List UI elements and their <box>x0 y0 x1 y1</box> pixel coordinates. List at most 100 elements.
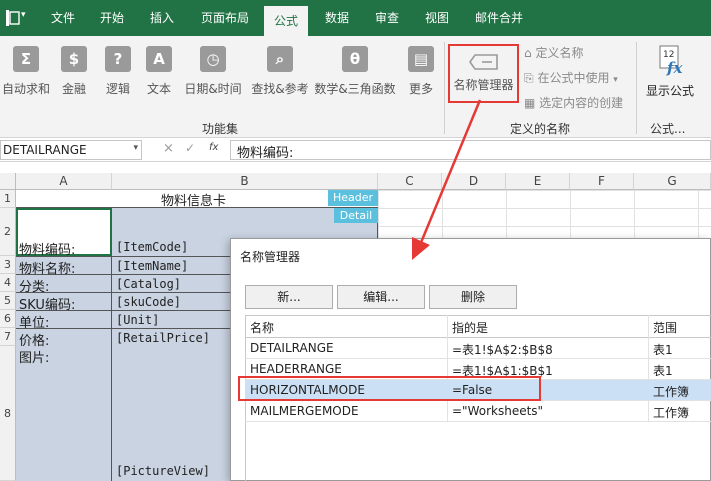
scope-cell: 工作簿 <box>653 385 690 399</box>
new-name-button[interactable]: 新... <box>245 285 333 309</box>
clock-icon: ◷ <box>200 46 226 72</box>
column-scope-header[interactable]: 范围 <box>653 319 677 336</box>
label-unit: 单位: <box>19 316 50 331</box>
cancel-icon[interactable]: × <box>163 141 174 156</box>
highlight-box <box>238 376 541 401</box>
select-all-corner[interactable] <box>0 173 16 190</box>
insert-function-icon[interactable]: fx <box>209 142 218 153</box>
title-cell[interactable]: 物料信息卡 <box>16 190 378 209</box>
label-item-code: 物料编码: <box>19 243 76 258</box>
tab-mail-merge[interactable]: 邮件合并 <box>475 8 523 28</box>
sheet-icon[interactable] <box>6 10 20 26</box>
label-catalog: 分类: <box>19 280 50 295</box>
name-cell: HEADERRANGE <box>250 362 342 376</box>
name-box-value: DETAILRANGE <box>3 143 87 157</box>
math-trig-button[interactable]: θ 数学&三角函数 <box>313 46 397 97</box>
row-header[interactable]: 1 <box>0 190 16 208</box>
column-header[interactable]: A <box>16 173 112 190</box>
show-formulas-button[interactable]: 12 fx 显示公式 <box>640 44 700 99</box>
column-refers-header[interactable]: 指的是 <box>452 319 488 336</box>
define-name-label: 定义名称 <box>535 46 584 60</box>
financial-label: 金融 <box>61 82 86 96</box>
formula-content: 物料编码: <box>237 146 294 161</box>
annotation-arrow <box>412 99 482 260</box>
name-row[interactable]: DETAILRANGE =表1!$A$2:$B$8 表1 <box>245 338 711 359</box>
logical-button[interactable]: ? 逻辑 <box>100 46 136 97</box>
name-box[interactable]: DETAILRANGE ▾ <box>0 140 142 160</box>
column-header[interactable]: E <box>506 173 570 190</box>
name-tag-icon <box>468 52 499 72</box>
delete-name-button[interactable]: 删除 <box>429 285 517 309</box>
sigma-icon: Σ <box>13 46 39 72</box>
dollar-icon: $ <box>61 46 87 72</box>
name-cell: MAILMERGEMODE <box>250 404 359 418</box>
chevron-down-icon[interactable]: ▾ <box>21 10 26 20</box>
dialog-title: 名称管理器 <box>240 250 301 264</box>
row-header[interactable]: 8 <box>0 346 16 481</box>
column-header[interactable]: B <box>112 173 378 190</box>
menu-bar: ▾ 文件 开始 插入 页面布局 公式 数据 审查 视图 邮件合并 <box>0 0 711 36</box>
field-sku: [skuCode] <box>116 295 182 309</box>
header-tag: Header <box>328 190 378 206</box>
label-sku: SKU编码: <box>19 298 76 313</box>
row-header[interactable]: 5 <box>0 292 16 310</box>
name-row[interactable]: MAILMERGEMODE ="Worksheets" 工作簿 <box>245 401 711 422</box>
math-trig-label: 数学&三角函数 <box>314 82 396 96</box>
name-manager-label: 名称管理器 <box>453 78 514 92</box>
define-name-button[interactable]: ⌂ 定义名称 <box>524 44 583 61</box>
tab-page-layout[interactable]: 页面布局 <box>201 8 249 28</box>
lookup-reference-button[interactable]: ⌕ 查找&参考 <box>249 46 311 97</box>
row-header[interactable]: 2 <box>0 208 16 256</box>
chevron-down-icon[interactable]: ▾ <box>133 143 138 153</box>
column-header[interactable]: F <box>570 173 634 190</box>
sheet-title: 物料信息卡 <box>161 194 227 209</box>
show-formulas-label: 显示公式 <box>645 84 694 98</box>
names-group-label: 定义的名称 <box>510 122 571 136</box>
autosum-button[interactable]: Σ 自动求和 <box>0 46 52 97</box>
more-functions-button[interactable]: ▤ 更多 <box>404 46 438 97</box>
use-in-formula-label: 在公式中使用 <box>537 71 610 85</box>
field-catalog: [Catalog] <box>116 277 182 291</box>
tab-file[interactable]: 文件 <box>51 8 75 28</box>
date-time-button[interactable]: ◷ 日期&时间 <box>181 46 245 97</box>
svg-text:fx: fx <box>666 59 683 76</box>
tab-formulas[interactable]: 公式 <box>264 6 309 36</box>
create-from-selection-button[interactable]: ▦ 选定内容的创建 <box>524 94 623 111</box>
date-time-label: 日期&时间 <box>184 82 242 96</box>
scope-cell: 工作簿 <box>653 406 690 420</box>
row-header[interactable]: 6 <box>0 310 16 328</box>
scope-cell: 表1 <box>653 343 673 357</box>
group-divider <box>636 42 637 134</box>
text-button[interactable]: A 文本 <box>141 46 177 97</box>
column-name-header[interactable]: 名称 <box>250 319 274 336</box>
refers-cell: =表1!$A$2:$B$8 <box>452 343 553 357</box>
tab-view[interactable]: 视图 <box>425 8 449 28</box>
tab-data[interactable]: 数据 <box>325 8 349 28</box>
edit-name-button[interactable]: 编辑... <box>337 285 425 309</box>
scope-cell: 表1 <box>653 364 673 378</box>
enter-icon[interactable]: ✓ <box>185 141 195 155</box>
column-header[interactable]: G <box>634 173 711 190</box>
tab-home[interactable]: 开始 <box>100 8 124 28</box>
row-header[interactable]: 7 <box>0 328 16 346</box>
row-header[interactable]: 3 <box>0 256 16 274</box>
row-header[interactable]: 4 <box>0 274 16 292</box>
question-icon: ? <box>105 46 131 72</box>
tab-review[interactable]: 审查 <box>375 8 399 28</box>
financial-button[interactable]: $ 金融 <box>56 46 92 97</box>
logical-label: 逻辑 <box>105 82 130 96</box>
text-icon: A <box>146 46 172 72</box>
names-list-header: 名称 指的是 范围 <box>245 316 711 338</box>
tab-insert[interactable]: 插入 <box>150 8 174 28</box>
create-from-selection-label: 选定内容的创建 <box>539 96 624 110</box>
function-group-label: 功能集 <box>202 122 239 136</box>
magnifier-icon: ⌕ <box>267 46 293 72</box>
field-unit: [Unit] <box>116 313 160 327</box>
theta-icon: θ <box>342 46 368 72</box>
grid-icon: ▦ <box>524 96 536 110</box>
detail-tag: Detail <box>334 208 378 223</box>
name-cell: DETAILRANGE <box>250 341 334 355</box>
label-picture: 图片: <box>19 351 50 366</box>
label-item-name: 物料名称: <box>19 262 76 277</box>
use-in-formula-button[interactable]: ⎘ 在公式中使用 ▾ <box>524 69 618 86</box>
